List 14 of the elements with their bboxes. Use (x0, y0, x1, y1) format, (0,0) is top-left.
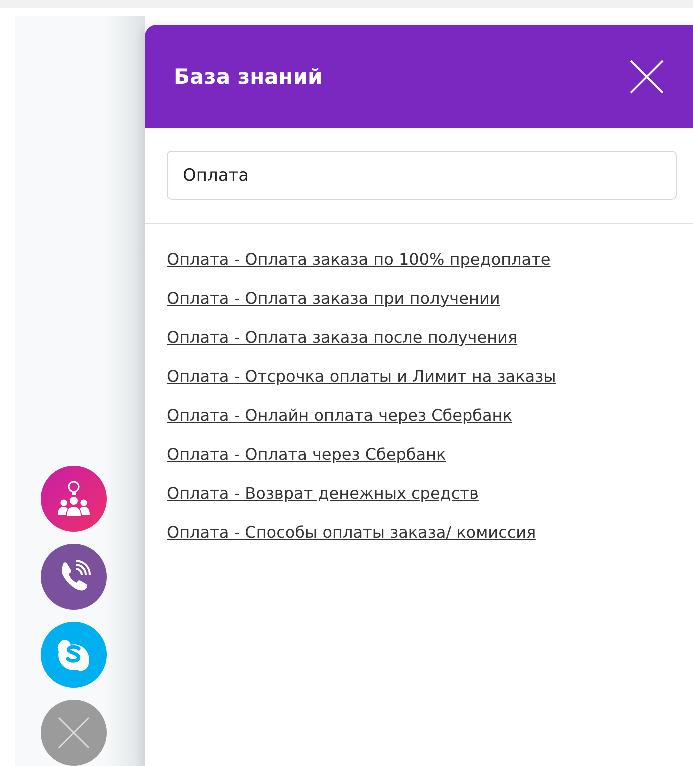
result-link[interactable]: Оплата - Оплата заказа при получении (167, 289, 500, 308)
search-field[interactable]: Оплата (167, 151, 677, 200)
close-icon (57, 716, 91, 750)
result-link[interactable]: Оплата - Возврат денежных средств (167, 484, 479, 503)
skype-icon (56, 637, 92, 673)
result-link[interactable]: Оплата - Оплата через Сбербанк (167, 445, 446, 464)
close-button[interactable] (629, 58, 665, 94)
result-link[interactable]: Оплата - Оплата заказа по 100% предоплате (167, 250, 551, 269)
team-idea-icon (55, 480, 93, 518)
panel-title: База знаний (174, 64, 323, 88)
result-link[interactable]: Оплата - Оплата заказа после получения (167, 328, 518, 347)
result-link[interactable]: Оплата - Онлайн оплата через Сбербанк (167, 406, 512, 425)
result-link[interactable]: Оплата - Способы оплаты заказа/ комиссия (167, 523, 536, 542)
result-link[interactable]: Оплата - Отсрочка оплаты и Лимит на заказы (167, 367, 556, 386)
